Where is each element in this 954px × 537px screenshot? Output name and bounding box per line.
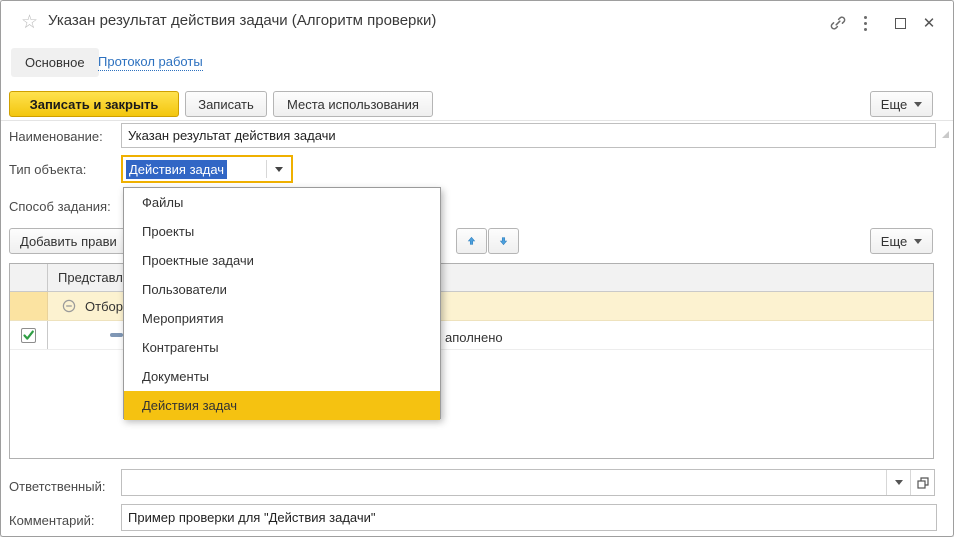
open-windows-icon [916,476,930,490]
move-up-button[interactable] [456,228,487,254]
dropdown-item-project-tasks[interactable]: Проектные задачи [124,246,440,275]
object-type-label: Тип объекта: [9,162,86,177]
save-button[interactable]: Записать [185,91,267,117]
check-icon [22,329,35,342]
more-button-rules[interactable]: Еще [870,228,933,254]
more-button-label: Еще [881,97,907,112]
move-down-button[interactable] [488,228,519,254]
dropdown-item-projects[interactable]: Проекты [124,217,440,246]
arrow-down-icon [499,234,508,248]
group-row-margin-cell [10,292,48,320]
responsible-input[interactable] [122,470,886,495]
chevron-down-icon [914,102,922,107]
object-type-combobox[interactable]: Действия задач [121,155,293,183]
filter-item-dash-icon [110,333,123,337]
chevron-down-icon [275,167,283,172]
responsible-open-button[interactable] [910,470,934,495]
chevron-down-icon [914,239,922,244]
kebab-menu-icon[interactable] [855,13,875,33]
resize-grip-icon [942,131,949,138]
tab-link-protocol[interactable]: Протокол работы [98,54,203,71]
toolbar-separator [1,120,953,121]
comment-input[interactable] [121,504,937,531]
arrow-up-icon [467,234,476,248]
chevron-down-icon [895,480,903,485]
tab-bar: Основное Протокол работы [1,46,953,81]
responsible-label: Ответственный: [9,479,105,494]
usage-locations-button[interactable]: Места использования [273,91,433,117]
get-link-icon[interactable] [828,13,848,33]
name-input[interactable] [121,123,936,148]
object-type-dropdown-list: Файлы Проекты Проектные задачи Пользоват… [123,187,441,419]
dropdown-item-users[interactable]: Пользователи [124,275,440,304]
filter-row-visible-text: аполнено [445,330,503,345]
responsible-dropdown-button[interactable] [886,470,910,495]
dropdown-item-task-actions[interactable]: Действия задач [124,391,440,420]
checkbox-column-header [10,264,48,291]
dropdown-item-events[interactable]: Мероприятия [124,304,440,333]
more-button-top[interactable]: Еще [870,91,933,117]
dropdown-item-counterparties[interactable]: Контрагенты [124,333,440,362]
dropdown-item-files[interactable]: Файлы [124,188,440,217]
favorite-star-icon[interactable]: ☆ [21,11,38,34]
minimize-icon[interactable] [890,13,910,33]
chain-link-icon [829,14,847,32]
window-title: Указан результат действия задачи (Алгори… [48,12,436,29]
group-row-label: Отбор [85,299,123,314]
responsible-field[interactable] [121,469,935,496]
close-icon[interactable]: ✕ [919,13,939,33]
save-and-close-button[interactable]: Записать и закрыть [9,91,179,117]
dropdown-item-documents[interactable]: Документы [124,362,440,391]
object-type-selected-text: Действия задач [126,160,227,179]
row-checkbox[interactable] [21,328,36,343]
square-icon [895,18,906,29]
title-bar: ☆ Указан результат действия задачи (Алго… [1,1,953,46]
tab-main[interactable]: Основное [11,48,99,77]
name-label: Наименование: [9,129,103,144]
more-button-label: Еще [881,234,907,249]
collapse-minus-icon[interactable] [62,299,76,313]
comment-label: Комментарий: [9,513,95,528]
object-type-dropdown-button[interactable] [267,157,291,181]
dots-icon [864,16,867,31]
method-label: Способ задания: [9,199,111,214]
form-window: ☆ Указан результат действия задачи (Алго… [0,0,954,537]
